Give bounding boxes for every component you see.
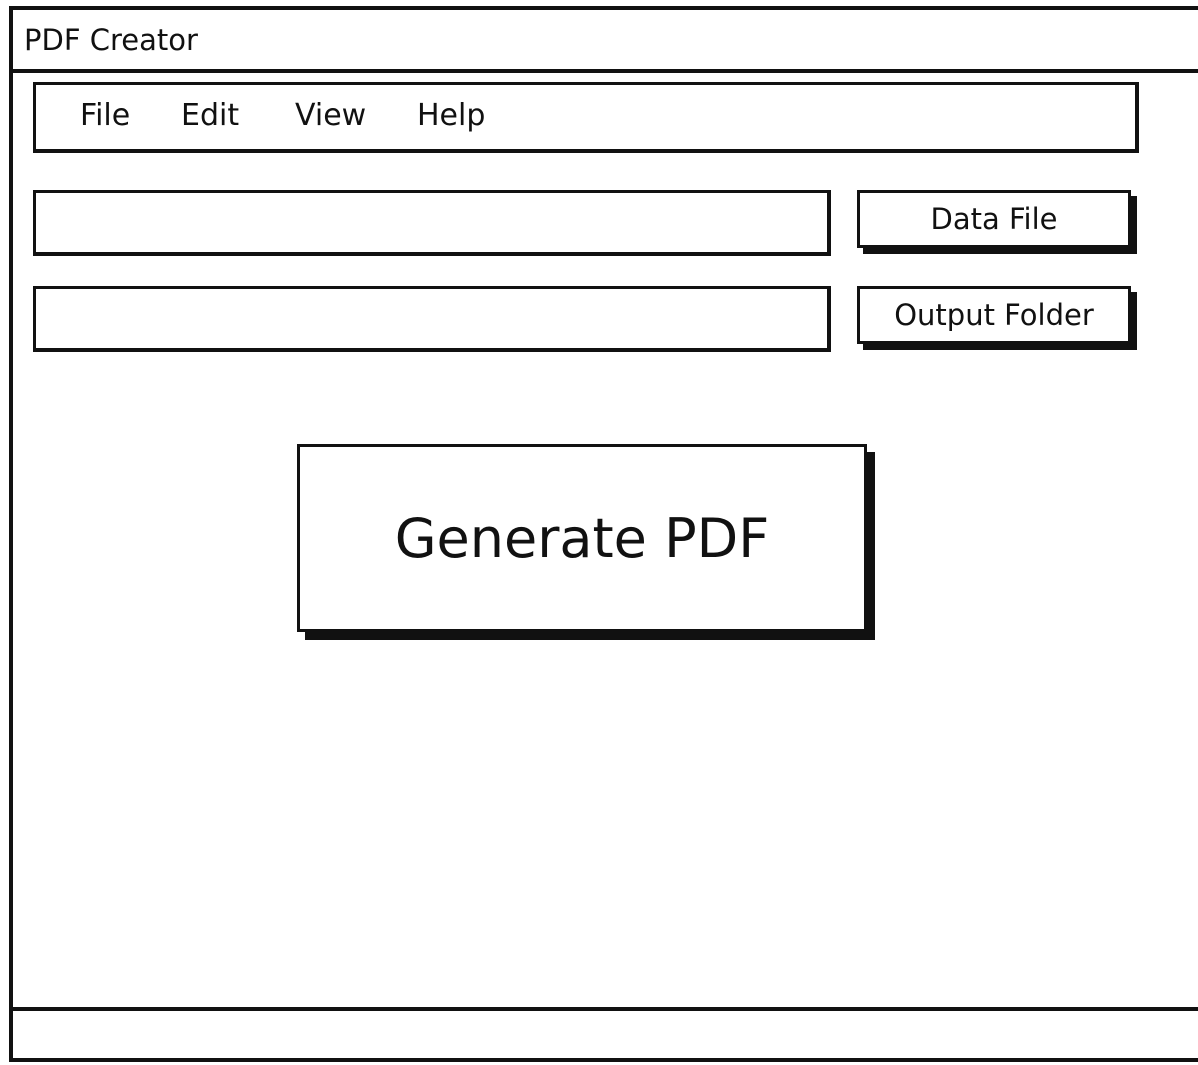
window-title: PDF Creator [24,23,198,57]
generate-pdf-button[interactable]: Generate PDF [297,444,867,632]
menu-item-edit[interactable]: Edit [181,97,239,135]
output-folder-button[interactable]: Output Folder [857,286,1131,344]
menu-item-help[interactable]: Help [417,97,485,135]
output-folder-input[interactable] [33,286,831,352]
status-bar [13,1007,1198,1058]
data-file-input[interactable] [33,190,831,256]
title-bar: PDF Creator [13,10,1198,73]
data-file-button[interactable]: Data File [857,190,1131,248]
menu-item-view[interactable]: View [295,97,366,135]
menu-item-file[interactable]: File [80,97,130,135]
menu-bar: File Edit View Help [33,82,1139,153]
app-window: PDF Creator File Edit View Help Data Fil… [9,6,1198,1062]
